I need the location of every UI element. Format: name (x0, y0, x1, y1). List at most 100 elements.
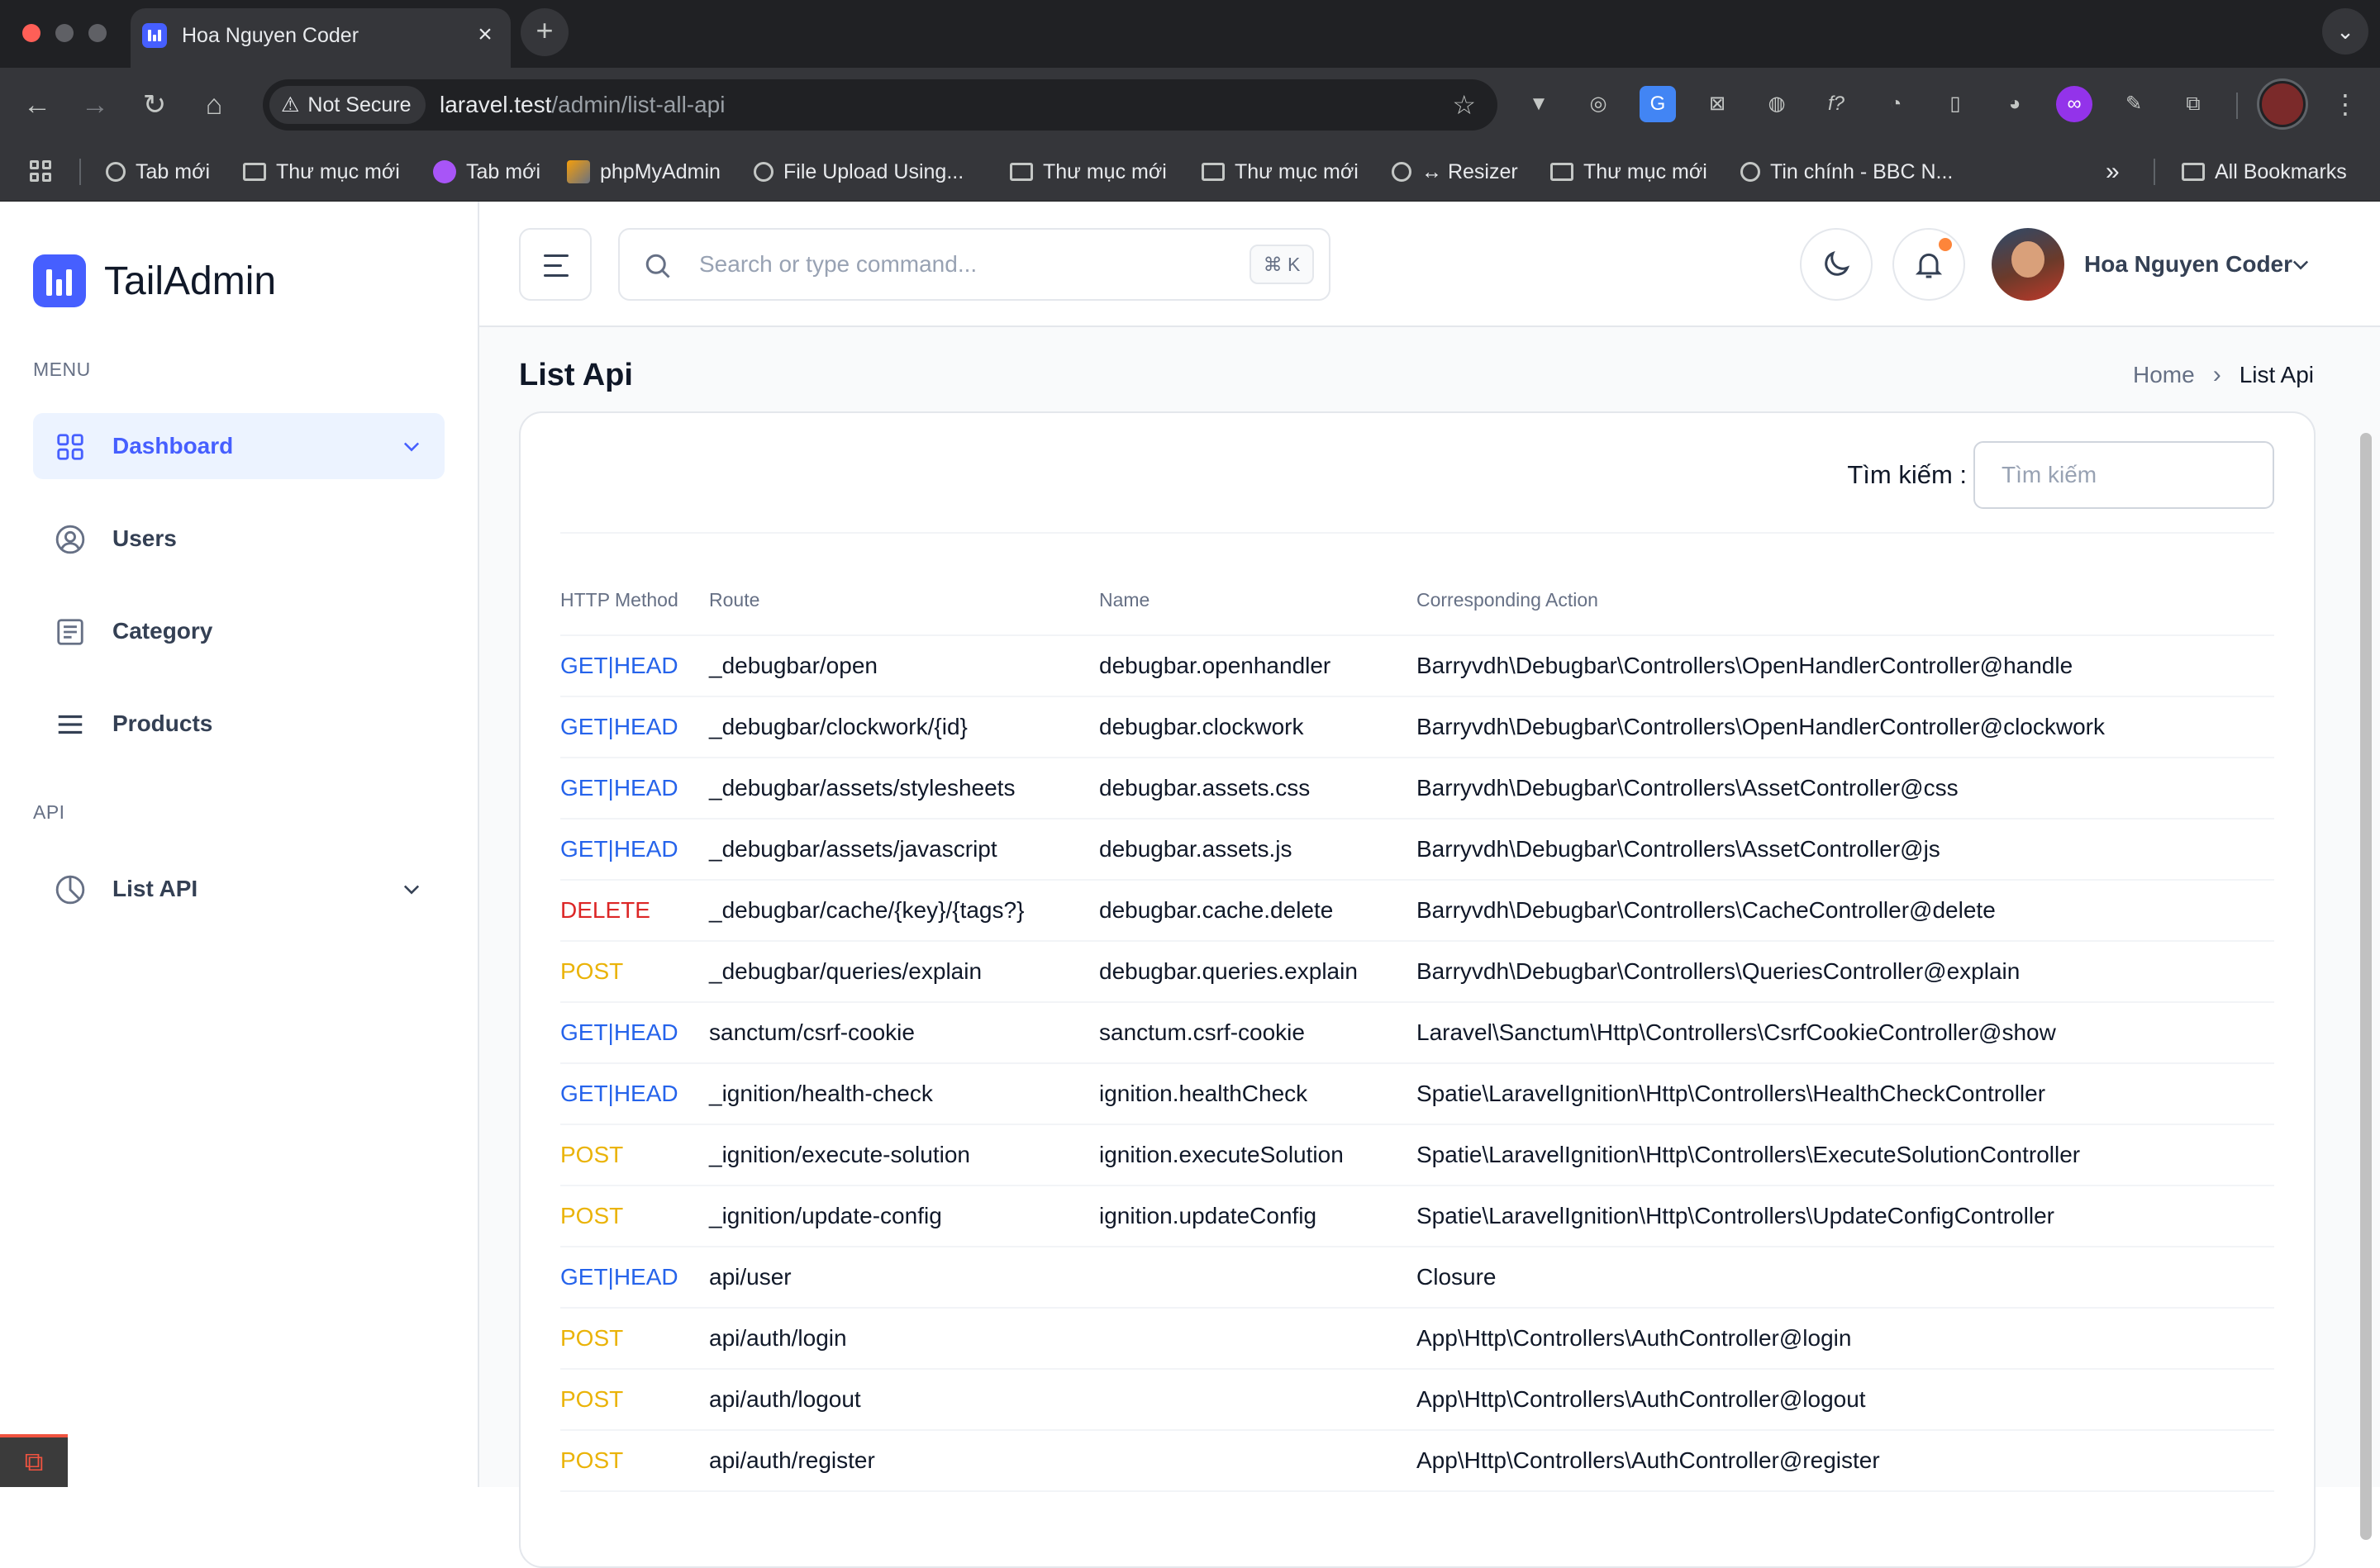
chevron-down-icon[interactable] (2289, 253, 2312, 276)
bookmark-folder[interactable]: Thư mục mới (243, 142, 400, 202)
notifications-button[interactable] (1892, 228, 1965, 301)
globe-icon (106, 162, 126, 182)
sidebar-item-list-api[interactable]: List API (33, 856, 445, 922)
forward-arrow-icon[interactable]: → (74, 84, 116, 126)
column-header-name[interactable]: Name (1099, 563, 1150, 636)
search-box[interactable]: Search or type command... ⌘ K (618, 228, 1330, 301)
purple-extension-icon[interactable]: ∞ (2056, 86, 2092, 122)
column-header-method[interactable]: HTTP Method (560, 563, 678, 636)
bookmark-folder[interactable]: Thư mục mới (1550, 142, 1707, 202)
route-cell: api/auth/logout (709, 1386, 861, 1412)
translate-extension-icon[interactable]: G (1640, 86, 1676, 122)
route-name-cell: debugbar.queries.explain (1099, 958, 1358, 984)
breadcrumb-home-link[interactable]: Home (2133, 362, 2195, 387)
tab-search-button[interactable]: ⌄ (2322, 8, 2368, 55)
font-extension-icon[interactable]: f? (1818, 86, 1854, 122)
menu-lines-icon (58, 715, 83, 734)
new-tab-button[interactable]: + (521, 8, 569, 56)
pie-chart-icon (55, 875, 85, 905)
route-cell: _ignition/execute-solution (709, 1142, 970, 1167)
globe-icon (1392, 162, 1411, 182)
apps-grid-icon[interactable] (30, 160, 53, 183)
profile-avatar[interactable] (2259, 81, 2306, 127)
crop-extension-icon[interactable]: ⊠ (1699, 86, 1735, 122)
http-method-cell: GET|HEAD (560, 1264, 678, 1290)
bookmark-item[interactable]: phpMyAdmin (567, 142, 721, 202)
bookmark-label: Tin chính - BBC N... (1770, 160, 1954, 183)
search-icon (645, 254, 670, 278)
bookmark-item[interactable]: Tab mới (106, 142, 210, 202)
notification-dot (1939, 238, 1952, 251)
target-extension-icon[interactable]: ◎ (1580, 86, 1616, 122)
laravel-debugbar-icon[interactable]: ⧉ (0, 1434, 68, 1487)
bookmark-star-icon[interactable]: ☆ (1452, 89, 1476, 121)
folder-icon (2182, 163, 2205, 181)
sidebar-item-products[interactable]: Products (33, 691, 445, 757)
back-arrow-icon[interactable]: ← (17, 84, 58, 126)
sidebar-item-users[interactable]: Users (33, 506, 445, 572)
phpmyadmin-icon (567, 160, 590, 183)
review-extension-icon[interactable]: ◔ (1878, 86, 1914, 122)
bookmark-item[interactable]: File Upload Using... (754, 142, 964, 202)
browser-menu-icon[interactable]: ⋮ (2329, 86, 2362, 122)
close-window-button[interactable] (22, 24, 40, 42)
security-label: Not Secure (307, 93, 412, 116)
table-row: GET|HEAD sanctum/csrf-cookie sanctum.csrf-… (560, 1003, 2274, 1064)
route-name-cell: ignition.healthCheck (1099, 1081, 1308, 1106)
more-bookmarks-icon[interactable]: » (2106, 142, 2120, 202)
vivaldi-extension-icon[interactable]: ▼ (1521, 86, 1557, 122)
column-header-route[interactable]: Route (709, 563, 759, 636)
minimize-window-button[interactable] (55, 24, 74, 42)
chevron-right-icon: › (2212, 361, 2221, 388)
sidebar-item-label: Users (112, 525, 177, 551)
http-method-cell: POST (560, 1203, 624, 1228)
route-cell: _debugbar/assets/javascript (709, 836, 997, 862)
dark-mode-toggle[interactable] (1800, 228, 1873, 301)
bookmark-label: Thư mục mới (1235, 160, 1359, 183)
user-avatar[interactable] (1992, 228, 2064, 301)
user-name[interactable]: Hoa Nguyen Coder (2084, 202, 2292, 327)
bookmark-item[interactable]: ↔ Resizer (1392, 142, 1518, 202)
puzzle-extensions-icon[interactable]: ⧉ (2175, 86, 2211, 122)
sidebar-toggle-button[interactable] (519, 228, 592, 301)
http-method-cell: POST (560, 1386, 624, 1412)
bookmark-folder[interactable]: Thư mục mới (1010, 142, 1167, 202)
bookmark-item[interactable]: Tab mới (433, 142, 540, 202)
table-row: POST api/auth/logout App\Http\Controllers\… (560, 1370, 2274, 1431)
eyedropper-extension-icon[interactable]: ✎ (2116, 86, 2152, 122)
page-title: List Api (519, 358, 633, 392)
close-tab-icon[interactable]: × (471, 21, 499, 50)
sidebar-item-category[interactable]: Category (33, 598, 445, 664)
table-row: POST api/auth/login App\Http\Controllers\A… (560, 1309, 2274, 1370)
filter-search-input[interactable] (1973, 441, 2274, 509)
bookmark-label: phpMyAdmin (600, 160, 721, 183)
filter-label: Tìm kiếm : (1847, 460, 1967, 489)
api-list-card: Tìm kiếm : HTTP Method Route Name Corres… (519, 411, 2316, 1568)
address-bar[interactable]: ⚠ Not Secure laravel.test/admin/list-all-… (263, 79, 1497, 131)
route-name-cell: ignition.updateConfig (1099, 1203, 1317, 1228)
action-cell: App\Http\Controllers\AuthController@regi… (1416, 1447, 1880, 1473)
bookmark-folder[interactable]: Thư mục mới (1202, 142, 1359, 202)
route-cell: _debugbar/open (709, 653, 878, 678)
security-chip[interactable]: ⚠ Not Secure (269, 86, 426, 124)
action-cell: Barryvdh\Debugbar\Controllers\OpenHandle… (1416, 653, 2073, 678)
table-row: POST _ignition/execute-solution ignition.e… (560, 1125, 2274, 1186)
breadcrumb-current: List Api (2239, 362, 2314, 387)
url-text[interactable]: laravel.test/admin/list-all-api (440, 79, 725, 131)
mascot-extension-icon[interactable]: ◕ (1997, 86, 2033, 122)
browser-tab[interactable]: Hoa Nguyen Coder × (131, 8, 511, 68)
mobile-extension-icon[interactable]: ▯ (1937, 86, 1973, 122)
bookmark-item[interactable]: Tin chính - BBC N... (1740, 142, 1953, 202)
api-group-label: API (33, 801, 65, 823)
http-method-cell: DELETE (560, 897, 650, 923)
maximize-window-button[interactable] (88, 24, 107, 42)
page-scrollbar[interactable] (2360, 433, 2372, 1540)
sidebar-item-dashboard[interactable]: Dashboard (33, 413, 445, 479)
globe-extension-icon[interactable]: ◍ (1759, 86, 1795, 122)
home-icon[interactable]: ⌂ (193, 84, 235, 126)
all-bookmarks-folder[interactable]: All Bookmarks (2182, 142, 2347, 202)
table-body: GET|HEAD _debugbar/open debugbar.openhandl… (560, 636, 2274, 1492)
column-header-action[interactable]: Corresponding Action (1416, 563, 1598, 636)
action-cell: Spatie\LaravelIgnition\Http\Controllers\… (1416, 1203, 2054, 1228)
reload-icon[interactable]: ↻ (134, 84, 175, 126)
